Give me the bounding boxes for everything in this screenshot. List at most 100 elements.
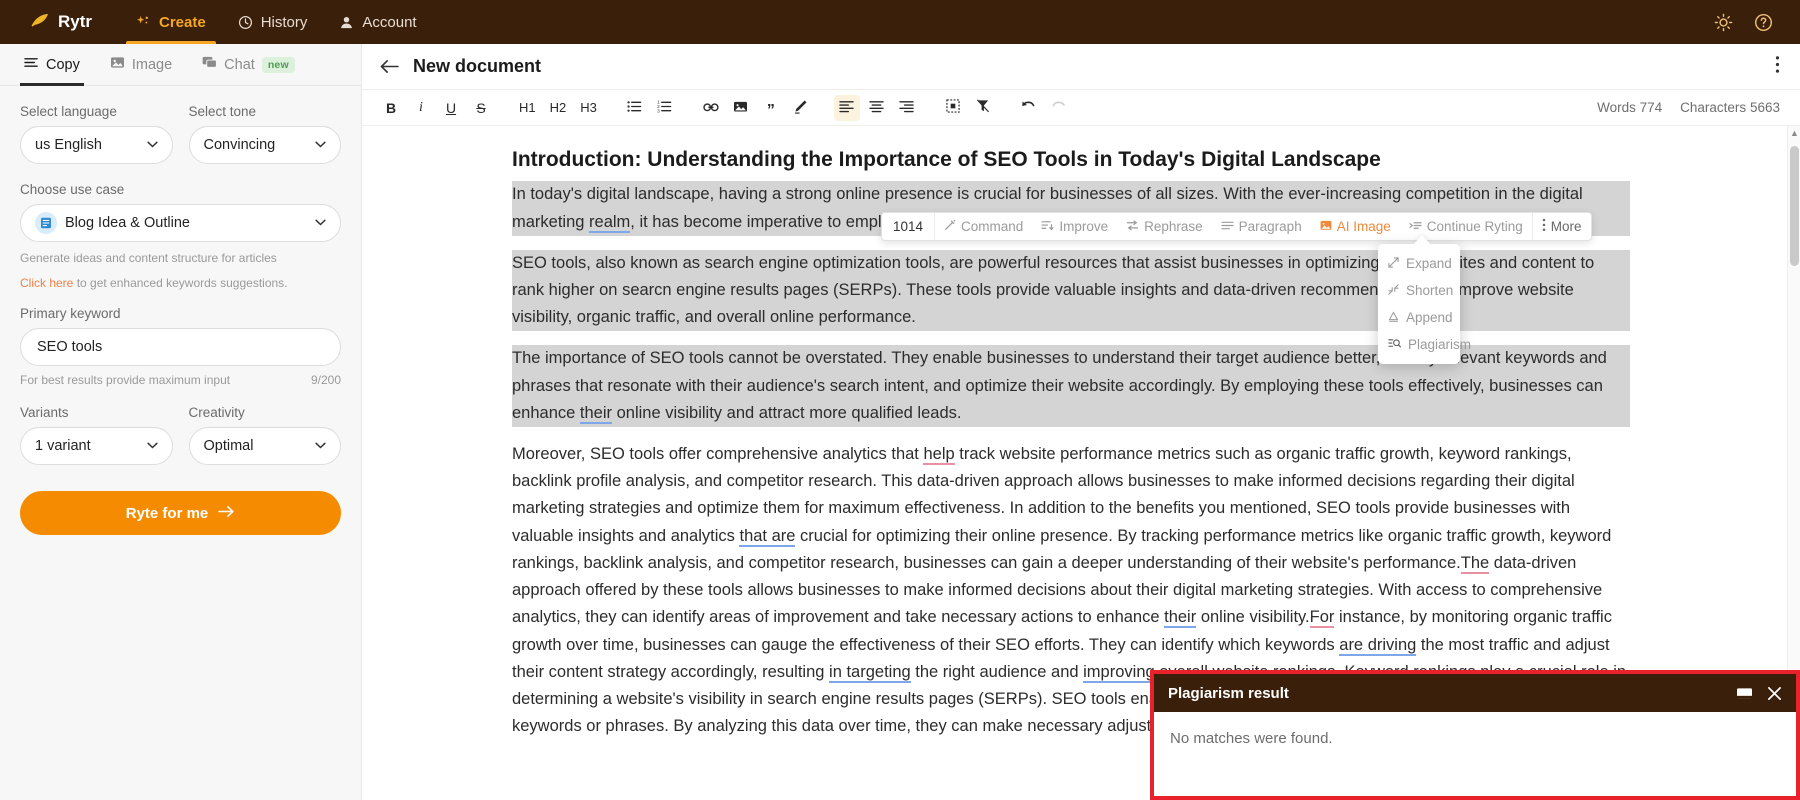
chevron-down-icon [315,139,326,151]
italic-button[interactable]: i [408,95,434,121]
numbered-list-button[interactable]: 123 [652,95,678,121]
append-label: Append [1406,310,1453,325]
selection-command-bar: 1014 Command Improve Rephrase Paragraph [881,212,1592,241]
menu-item-plagiarism[interactable]: Plagiarism [1378,331,1460,358]
sidebar-tab-copy[interactable]: Copy [10,44,94,86]
primary-keyword-input[interactable] [35,338,326,356]
minimize-icon[interactable] [1736,686,1753,701]
creativity-select[interactable]: Optimal [189,427,342,465]
rytr-app: Rytr Create History Account [0,0,1800,800]
primary-keyword-meta: For best results provide maximum input 9… [20,373,341,387]
bold-button[interactable]: B [378,95,404,121]
command-button-improve[interactable]: Improve [1032,213,1117,240]
primary-keyword-hint: For best results provide maximum input [20,373,230,387]
command-button-rephrase[interactable]: Rephrase [1117,213,1212,240]
chat-new-badge: new [262,57,295,73]
clear-formatting-button[interactable] [970,95,996,121]
tone-field: Select tone Convincing [189,104,342,164]
document-paragraph-3: The importance of SEO tools cannot be ov… [512,345,1630,427]
help-icon[interactable] [1746,5,1780,39]
ai-image-label: AI Image [1337,219,1391,234]
use-case-field: Choose use case Blog Idea & Outline Gene… [20,182,341,292]
more-label: More [1551,219,1582,234]
continue-icon [1409,219,1422,234]
scrollbar-thumb[interactable] [1790,146,1799,266]
heading-2-button[interactable]: H2 [545,95,572,121]
nav-item-create-label: Create [159,14,206,31]
brand-name: Rytr [58,12,92,32]
arrow-left-icon[interactable] [380,59,399,74]
redo-button[interactable] [1046,95,1072,121]
link-button[interactable] [698,95,724,121]
close-icon[interactable] [1767,686,1782,701]
plagiarism-search-icon [1388,337,1401,352]
align-right-button[interactable] [894,95,920,121]
nav-item-account[interactable]: Account [323,0,432,44]
tone-select[interactable]: Convincing [189,126,342,164]
top-nav-items: Create History Account [120,0,433,44]
image-button[interactable] [728,95,754,121]
sidebar: Copy Image Chat new [0,44,362,800]
language-field: Select language us English [20,104,173,164]
undo-button[interactable] [1016,95,1042,121]
creativity-label: Creativity [189,405,342,420]
ryte-for-me-button[interactable]: Ryte for me [20,491,341,535]
insert-block-button[interactable] [940,95,966,121]
nav-item-create[interactable]: Create [120,0,222,44]
heading-3-button[interactable]: H3 [575,95,602,121]
strikethrough-button[interactable]: S [468,95,494,121]
sidebar-tab-chat-label: Chat [224,57,255,73]
command-button-command[interactable]: Command [935,213,1032,240]
clear-format-icon [976,99,990,116]
variants-select[interactable]: 1 variant [20,427,173,465]
scroll-up-arrow-icon[interactable]: ▲ [1788,128,1800,138]
language-select[interactable]: us English [20,126,173,164]
magic-wand-icon [944,219,956,234]
command-button-continue-ryting[interactable]: Continue Ryting [1400,213,1532,240]
sidebar-tabs: Copy Image Chat new [0,44,361,86]
align-center-button[interactable] [864,95,890,121]
variants-value: 1 variant [35,438,139,454]
menu-item-shorten[interactable]: Shorten [1378,277,1460,304]
top-navigation-bar: Rytr Create History Account [0,0,1800,44]
document-outline-icon [35,212,57,234]
expand-icon [1388,256,1399,271]
plagiarism-dialog-header: Plagiarism result [1154,674,1796,712]
block-icon [946,99,960,116]
brand-logo[interactable]: Rytr [24,0,98,44]
menu-item-expand[interactable]: Expand [1378,250,1460,277]
redo-icon [1051,100,1066,116]
shorten-label: Shorten [1406,283,1453,298]
primary-keyword-input-wrap[interactable] [20,328,341,366]
align-left-icon [839,100,854,116]
menu-item-append[interactable]: Append [1378,304,1460,331]
bulleted-list-button[interactable] [622,95,648,121]
command-button-paragraph[interactable]: Paragraph [1212,213,1311,240]
heading-1-button[interactable]: H1 [514,95,541,121]
document-more-vertical-icon[interactable] [1775,55,1780,79]
language-label: Select language [20,104,173,119]
quote-button[interactable]: ” [758,95,784,121]
primary-keyword-counter: 9/200 [311,373,341,387]
highlight-pen-button[interactable] [788,95,814,121]
nav-item-history[interactable]: History [222,0,324,44]
keywords-suggestion-suffix: to get enhanced keywords suggestions. [73,276,287,290]
top-nav-right-actions [1706,5,1780,39]
click-here-link[interactable]: Click here [20,276,73,290]
ryte-for-me-label: Ryte for me [126,505,209,522]
sidebar-tab-chat[interactable]: Chat new [188,44,309,86]
command-button-ai-image[interactable]: AI Image [1311,213,1400,240]
tone-value: Convincing [204,137,308,153]
theme-toggle-icon[interactable] [1706,5,1740,39]
expand-label: Expand [1406,256,1452,271]
sidebar-tab-image[interactable]: Image [96,44,186,86]
use-case-select[interactable]: Blog Idea & Outline [20,204,341,242]
more-dropdown-menu: Expand Shorten Append Plagiarism [1378,244,1460,364]
underline-button[interactable]: U [438,95,464,121]
align-left-button[interactable] [834,95,860,121]
variants-label: Variants [20,405,173,420]
plagiarism-result-dialog: Plagiarism result No matches were found. [1150,670,1800,800]
chevron-down-icon [147,440,158,452]
improve-label: Improve [1059,219,1108,234]
command-button-more[interactable]: More [1532,213,1591,240]
